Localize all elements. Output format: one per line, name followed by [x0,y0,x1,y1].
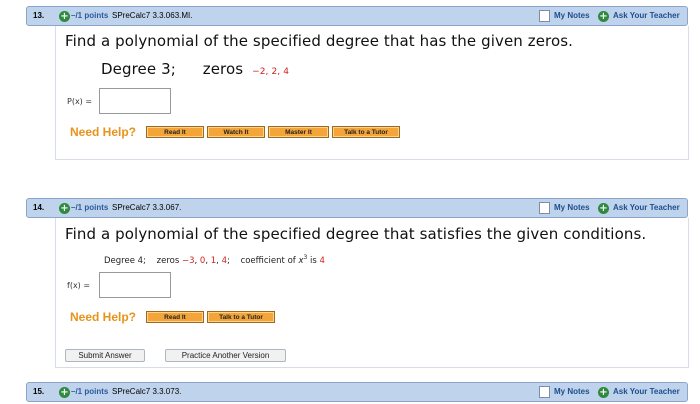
question-14-header: 14. + –/1 points SPreCalc7 3.3.067. My N… [26,198,688,218]
ask-teacher-plus-icon[interactable]: + [598,387,609,398]
watch-it-button[interactable]: Watch It [207,126,265,138]
ask-teacher-link[interactable]: Ask Your Teacher [613,203,680,212]
source-label: SPreCalc7 3.3.073. [112,387,182,396]
degree-label: Degree 4; [104,255,146,266]
question-number: 13. [33,11,45,20]
conditions-line: Degree 4; zeros −3, 0, 1, 4; coefficient… [104,254,325,266]
master-it-button[interactable]: Master It [268,126,329,138]
question-prompt: Find a polynomial of the specified degre… [65,225,647,243]
zeros-label: zeros [156,255,180,266]
read-it-button[interactable]: Read It [146,126,204,138]
practice-another-version-button[interactable]: Practice Another Version [165,349,286,362]
need-help-label: Need Help? [70,125,137,139]
notes-checkbox[interactable] [539,10,550,22]
my-notes-link[interactable]: My Notes [554,203,590,212]
notes-checkbox[interactable] [539,386,550,398]
talk-to-tutor-button[interactable]: Talk to a Tutor [207,311,275,323]
answer-label: P(x) = [67,97,93,106]
answer-input[interactable] [99,88,171,114]
expand-plus-icon[interactable]: + [59,387,70,398]
ask-teacher-plus-icon[interactable]: + [598,203,609,214]
answer-input[interactable] [99,272,171,298]
ask-teacher-link[interactable]: Ask Your Teacher [613,387,680,396]
talk-to-tutor-button[interactable]: Talk to a Tutor [332,126,400,138]
coefficient-value: 4 [319,255,325,266]
question-13-header: 13. + –/1 points SPreCalc7 3.3.063.MI. M… [26,6,688,26]
my-notes-link[interactable]: My Notes [554,11,590,20]
degree-line: Degree 3; zeros −2, 2, 4 [101,60,289,78]
source-label: SPreCalc7 3.3.067. [112,203,182,212]
expand-plus-icon[interactable]: + [59,11,70,22]
question-15-header: 15. + –/1 points SPreCalc7 3.3.073. My N… [26,382,688,402]
points-label: –/1 points [71,203,109,212]
zero-value: 1 [210,255,217,266]
zero-value: 4 [221,255,227,266]
my-notes-link[interactable]: My Notes [554,387,590,396]
ask-teacher-link[interactable]: Ask Your Teacher [613,11,680,20]
coefficient-is: is [310,255,317,266]
zeros-label: zeros [202,60,244,78]
answer-label: f(x) = [67,281,91,290]
zero-value: −3 [181,255,195,266]
read-it-button[interactable]: Read It [146,311,204,323]
points-label: –/1 points [71,11,109,20]
submit-answer-button[interactable]: Submit Answer [65,349,145,362]
question-prompt: Find a polynomial of the specified degre… [65,32,574,50]
expand-plus-icon[interactable]: + [59,203,70,214]
coefficient-label: coefficient of [240,255,296,266]
degree-label: Degree 3; [101,60,176,78]
zero-value: 0 [199,255,206,266]
notes-checkbox[interactable] [539,202,550,214]
points-label: –/1 points [71,387,109,396]
source-label: SPreCalc7 3.3.063.MI. [112,11,193,20]
zeros-values: −2, 2, 4 [252,67,290,77]
coefficient-exponent: 3 [303,254,308,261]
question-number: 14. [33,203,45,212]
need-help-label: Need Help? [70,310,137,324]
question-number: 15. [33,387,45,396]
ask-teacher-plus-icon[interactable]: + [598,11,609,22]
